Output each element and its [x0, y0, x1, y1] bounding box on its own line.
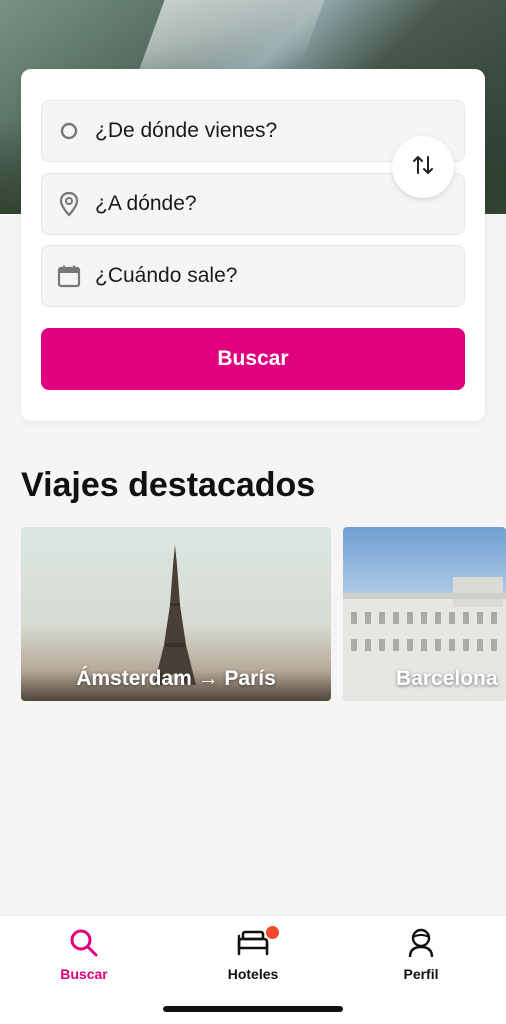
bed-icon: [203, 926, 303, 960]
date-field[interactable]: ¿Cuándo sale?: [41, 245, 465, 307]
location-pin-icon: [56, 191, 82, 217]
profile-icon: [371, 926, 471, 960]
circle-icon: [56, 118, 82, 144]
notification-badge: [266, 926, 279, 939]
search-button[interactable]: Buscar: [41, 328, 465, 390]
search-icon: [34, 926, 134, 960]
home-indicator: [163, 1006, 343, 1012]
swap-arrows-icon: [411, 153, 435, 182]
tab-hoteles[interactable]: Hoteles: [203, 926, 303, 982]
search-card: ¿De dónde vienes? ¿A dónde? ¿Cuándo sale…: [21, 69, 485, 421]
tab-buscar[interactable]: Buscar: [34, 926, 134, 982]
calendar-icon: [56, 263, 82, 289]
tab-perfil[interactable]: Perfil: [371, 926, 471, 982]
trip-label: Barcelona: [396, 667, 498, 690]
date-placeholder: ¿Cuándo sale?: [95, 264, 238, 287]
swap-button[interactable]: [392, 136, 454, 198]
tab-label: Buscar: [60, 966, 108, 982]
trip-card-barcelona[interactable]: Barcelona: [343, 527, 506, 701]
destination-placeholder: ¿A dónde?: [95, 192, 197, 215]
tab-label: Perfil: [403, 966, 439, 982]
origin-placeholder: ¿De dónde vienes?: [95, 119, 278, 142]
trip-label: Ámsterdam → París: [76, 667, 276, 690]
section-title: Viajes destacados: [21, 466, 316, 504]
eiffel-tower-illustration: [154, 545, 196, 685]
trip-card-amsterdam-paris[interactable]: Ámsterdam → París: [21, 527, 331, 701]
tab-label: Hoteles: [227, 966, 279, 982]
